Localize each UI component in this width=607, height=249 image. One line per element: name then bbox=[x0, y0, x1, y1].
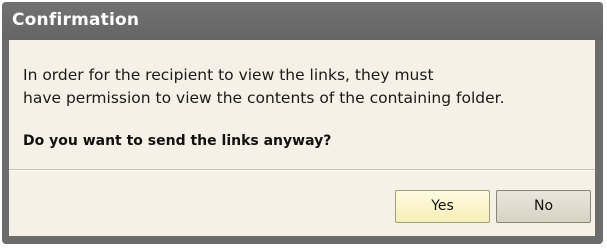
dialog-title: Confirmation bbox=[12, 10, 140, 30]
no-button[interactable]: No bbox=[496, 190, 591, 223]
message-line-1: In order for the recipient to view the l… bbox=[23, 66, 434, 84]
dialog-question: Do you want to send the links anyway? bbox=[23, 133, 332, 149]
divider-highlight bbox=[9, 170, 595, 171]
dialog-titlebar[interactable]: Confirmation bbox=[2, 2, 603, 40]
confirmation-dialog: Confirmation In order for the recipient … bbox=[2, 2, 603, 244]
message-line-2: have permission to view the contents of … bbox=[23, 89, 505, 107]
dialog-content: In order for the recipient to view the l… bbox=[9, 40, 595, 236]
yes-button[interactable]: Yes bbox=[395, 190, 490, 223]
dialog-message: In order for the recipient to view the l… bbox=[23, 64, 587, 110]
